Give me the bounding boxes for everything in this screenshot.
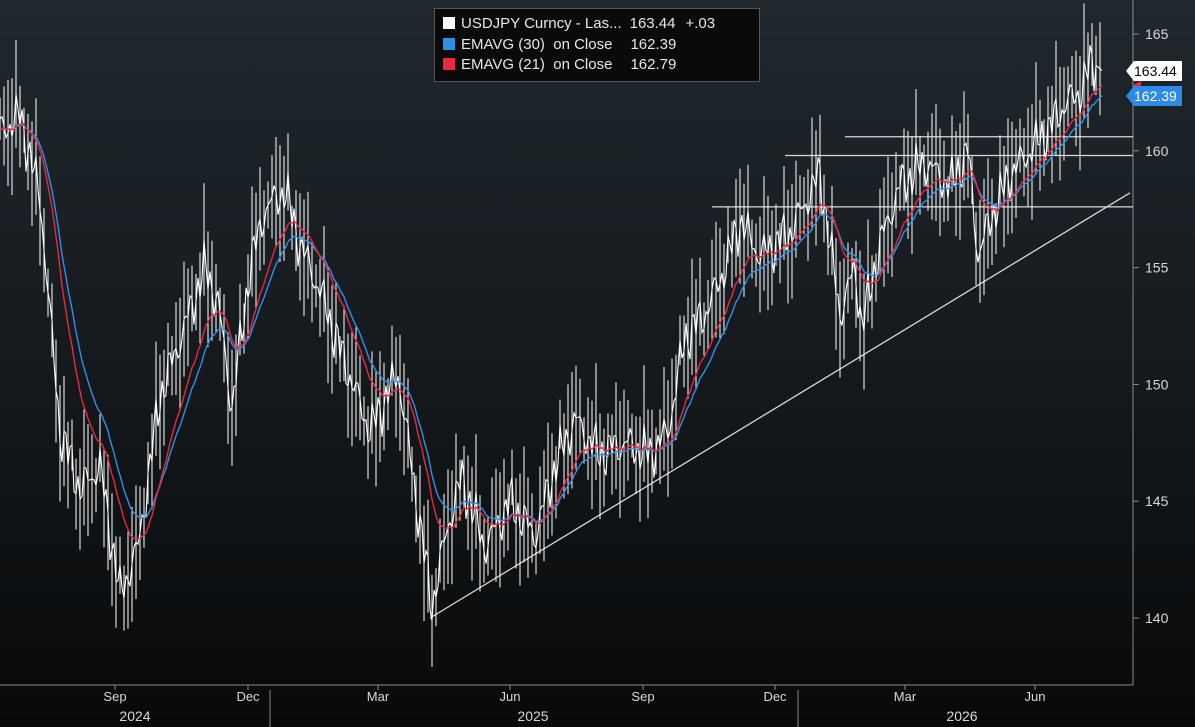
price-chart[interactable]: 140 145 150 155 160 165 Sep Dec Mar Jun Sep Dec Mar J…	[0, 0, 1195, 727]
x-tick-label: Dec	[236, 689, 260, 704]
y-tick-label: 150	[1145, 376, 1169, 392]
legend-label-usdjpy: USDJPY Curncy - Las...	[461, 14, 622, 32]
usdjpy-price-line	[0, 45, 1103, 621]
y-tick-label: 165	[1145, 26, 1169, 42]
legend-value-ema21: 162.79	[630, 55, 677, 73]
x-tick-label: Dec	[763, 689, 787, 704]
legend-change-usdjpy: +.03	[685, 14, 716, 32]
legend-swatch-usdjpy	[443, 17, 455, 29]
ema30-line	[0, 95, 1103, 523]
x-year-label: 2024	[119, 708, 150, 724]
chart-window: 140 145 150 155 160 165 Sep Dec Mar Jun Sep Dec Mar J…	[0, 0, 1195, 727]
x-tick-label: Mar	[367, 689, 390, 704]
y-tick-label: 145	[1145, 493, 1169, 509]
x-tick-label: Mar	[894, 689, 917, 704]
y-tick-label: 140	[1145, 610, 1169, 626]
x-tick-label: Sep	[631, 689, 654, 704]
y-tick-label: 155	[1145, 260, 1169, 276]
x-year-label: 2026	[946, 708, 977, 724]
ema30-price-tag: 162.39	[1126, 86, 1182, 106]
last-price-tag: 163.44	[1126, 61, 1182, 81]
x-tick-label: Jun	[1025, 689, 1046, 704]
legend-swatch-ema30	[443, 38, 455, 50]
legend-swatch-ema21	[443, 58, 455, 70]
legend-label-ema21: EMAVG (21) on Close	[461, 55, 613, 73]
legend-value-ema30: 162.39	[630, 35, 677, 53]
legend-row-usdjpy[interactable]: USDJPY Curncy - Las... 163.44 +.03	[443, 13, 715, 33]
x-year-label: 2025	[517, 708, 548, 724]
x-tick-label: Sep	[103, 689, 126, 704]
legend-value-usdjpy: 163.44	[629, 14, 676, 32]
y-tick-label: 160	[1145, 143, 1169, 159]
legend-row-ema30[interactable]: EMAVG (30) on Close 162.39	[443, 34, 676, 54]
x-tick-label: Jun	[500, 689, 521, 704]
legend-row-ema21[interactable]: EMAVG (21) on Close 162.79	[443, 54, 676, 74]
chart-legend: USDJPY Curncy - Las... 163.44 +.03 EMAVG…	[434, 8, 760, 82]
legend-label-ema30: EMAVG (30) on Close	[461, 35, 613, 53]
